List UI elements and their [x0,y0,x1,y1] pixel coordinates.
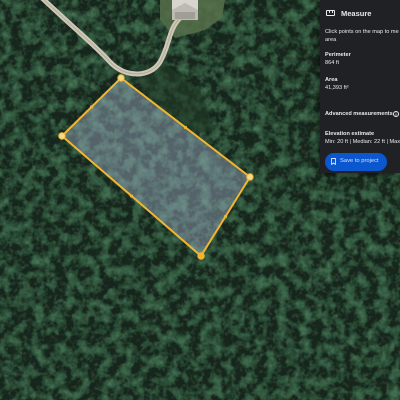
edge-midpoint [223,214,228,219]
edge-midpoint [89,105,94,109]
measure-panel-header: Measure [320,0,400,28]
measure-panel: Measure Click points on the map to me ar… [320,0,400,173]
ruler-icon [326,10,335,16]
building [172,0,198,20]
edge-midpoint [183,125,188,130]
bookmark-icon [331,158,336,165]
measure-title: Measure [341,9,372,18]
elevation-label: Elevation estimate [325,131,375,137]
advanced-measurements-label[interactable]: Advanced measurements [325,110,393,118]
instruction-text: Click points on the map to me [325,29,399,35]
save-to-project-label: Save to project [340,158,379,164]
area-label: Area [325,77,338,83]
polygon-vertex [246,173,254,181]
perimeter-value: 864 ft [325,60,339,66]
elevation-value: Min: 20 ft | Median: 22 ft | Max [325,139,400,145]
polygon-vertex [117,74,125,82]
polygon-vertex [58,132,66,140]
polygon-vertex [197,252,205,260]
perimeter-label: Perimeter [325,52,351,58]
save-to-project-button[interactable]: Save to project [325,153,387,171]
area-value: 41,393 ft² [325,85,349,91]
info-icon[interactable]: i [393,111,399,117]
satellite-map[interactable]: Measure Click points on the map to me ar… [0,0,400,400]
instruction-text-continued: area [325,37,337,43]
edge-midpoint [129,194,134,198]
